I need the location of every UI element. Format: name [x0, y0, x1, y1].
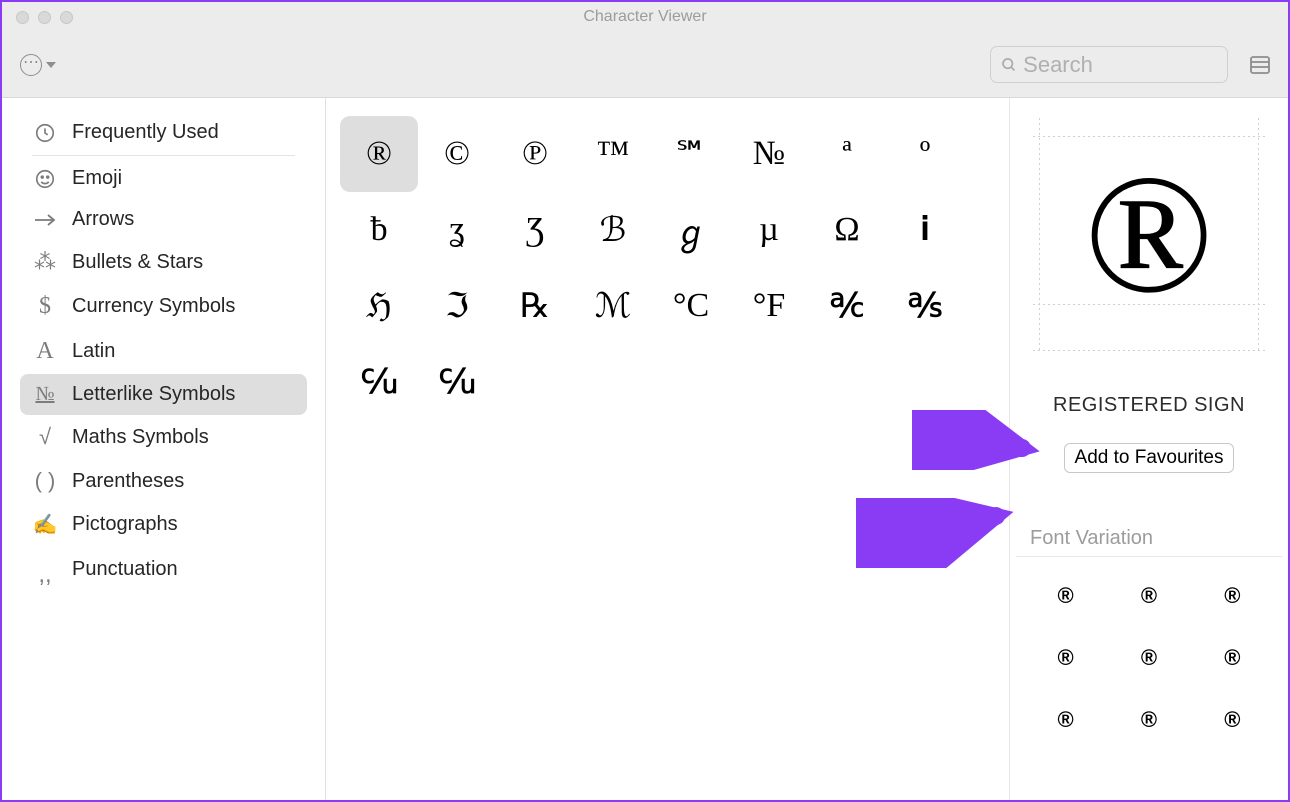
search-box[interactable]: [990, 46, 1228, 83]
sidebar-item-maths-symbols[interactable]: √ Maths Symbols: [20, 415, 307, 459]
sidebar-item-label: Currency Symbols: [72, 295, 235, 318]
character-cell[interactable]: ʓ: [418, 192, 496, 268]
toolbar: [2, 32, 1288, 98]
character-cell[interactable]: ℁: [886, 268, 964, 344]
sidebar-item-label: Parentheses: [72, 470, 184, 493]
traffic-lights: [2, 11, 73, 24]
sidebar-item-label: Punctuation: [72, 558, 178, 581]
font-variation-grid: ® ® ® ® ® ® ® ® ®: [1016, 557, 1282, 759]
character-cell[interactable]: ®: [340, 116, 418, 192]
chevron-down-icon: [46, 62, 56, 68]
font-variation-item[interactable]: ®: [1058, 707, 1074, 733]
search-icon: [1001, 56, 1017, 74]
character-cell[interactable]: ℳ: [574, 268, 652, 344]
sidebar-item-letterlike-symbols[interactable]: № Letterlike Symbols: [20, 374, 307, 415]
paren-icon: ( ): [32, 468, 58, 494]
character-cell[interactable]: ©: [418, 116, 496, 192]
sidebar-item-parentheses[interactable]: ( ) Parentheses: [20, 459, 307, 503]
sidebar-item-emoji[interactable]: Emoji: [20, 158, 307, 199]
picto-icon: ✍: [32, 512, 58, 537]
character-cell[interactable]: ℆: [340, 344, 418, 420]
font-variation-item[interactable]: ®: [1058, 645, 1074, 671]
sidebar-divider: [32, 155, 295, 156]
font-variation-header: Font Variation: [1016, 521, 1282, 557]
sidebar-item-label: Bullets & Stars: [72, 251, 203, 274]
character-cell[interactable]: №: [730, 116, 808, 192]
sidebar-item-frequently-used[interactable]: Frequently Used: [20, 112, 307, 153]
letterlike-icon: №: [32, 383, 58, 406]
gear-icon: [20, 54, 42, 76]
sidebar-item-label: Maths Symbols: [72, 426, 209, 449]
sidebar-item-label: Frequently Used: [72, 121, 219, 144]
character-cell[interactable]: 𝐢: [886, 192, 964, 268]
font-variation-item[interactable]: ®: [1224, 645, 1240, 671]
sidebar-item-pictographs[interactable]: ✍ Pictographs: [20, 503, 307, 546]
character-cell[interactable]: ℞: [496, 268, 574, 344]
character-cell[interactable]: º: [886, 116, 964, 192]
sidebar-item-label: Latin: [72, 340, 115, 363]
character-cell[interactable]: °F: [730, 268, 808, 344]
character-cell[interactable]: ℠: [652, 116, 730, 192]
font-variation-item[interactable]: ®: [1141, 707, 1157, 733]
list-view-icon[interactable]: [1250, 56, 1270, 74]
detail-pane: ® REGISTERED SIGN Add to Favourites Font…: [1010, 98, 1288, 800]
character-cell[interactable]: ª: [808, 116, 886, 192]
sidebar-item-arrows[interactable]: Arrows: [20, 199, 307, 240]
sidebar: Frequently Used Emoji Arrows ⁂ Bullets & Sta…: [2, 98, 326, 800]
sidebar-item-label: Emoji: [72, 167, 122, 190]
font-variation-item[interactable]: ®: [1224, 583, 1240, 609]
character-cell[interactable]: ℌ: [340, 268, 418, 344]
character-cell[interactable]: ℀: [808, 268, 886, 344]
character-name: REGISTERED SIGN: [1016, 394, 1282, 417]
annotation-arrow: [856, 498, 1016, 568]
preview-glyph: ®: [1084, 149, 1213, 319]
font-variation-item[interactable]: ®: [1058, 583, 1074, 609]
search-input[interactable]: [1023, 52, 1217, 78]
currency-icon: $: [32, 293, 58, 320]
character-preview: ®: [1033, 118, 1265, 350]
character-grid: ®©℗™℠№ªº ƀʓƷℬℊµΩ𝐢 ℌℑ℞ℳ°C°F℀℁ ℆℆: [340, 116, 995, 420]
sidebar-item-currency-symbols[interactable]: $ Currency Symbols: [20, 284, 307, 329]
zoom-window-button[interactable]: [60, 11, 73, 24]
sidebar-item-label: Letterlike Symbols: [72, 383, 235, 406]
character-cell[interactable]: Ω: [808, 192, 886, 268]
sidebar-item-latin[interactable]: A Latin: [20, 329, 307, 374]
sidebar-item-label: Pictographs: [72, 513, 178, 536]
sidebar-item-label: Arrows: [72, 208, 134, 231]
character-cell[interactable]: ℑ: [418, 268, 496, 344]
arrow-icon: [32, 213, 58, 227]
clock-icon: [32, 122, 58, 144]
character-cell[interactable]: ™: [574, 116, 652, 192]
punct-icon: ,,: [32, 555, 58, 583]
character-cell[interactable]: °C: [652, 268, 730, 344]
titlebar: Character Viewer: [2, 2, 1288, 32]
character-cell[interactable]: Ʒ: [496, 192, 574, 268]
math-icon: √: [32, 424, 58, 450]
bullets-icon: ⁂: [32, 249, 58, 275]
font-variation-item[interactable]: ®: [1141, 583, 1157, 609]
sidebar-item-punctuation[interactable]: ,, Punctuation: [20, 546, 307, 592]
latin-icon: A: [32, 338, 58, 365]
close-window-button[interactable]: [16, 11, 29, 24]
character-cell[interactable]: ƀ: [340, 192, 418, 268]
content: Frequently Used Emoji Arrows ⁂ Bullets & Sta…: [2, 98, 1288, 800]
action-menu-button[interactable]: [20, 54, 56, 76]
font-variation-item[interactable]: ®: [1224, 707, 1240, 733]
font-variation-item[interactable]: ®: [1141, 645, 1157, 671]
character-cell[interactable]: ℬ: [574, 192, 652, 268]
character-cell[interactable]: ℗: [496, 116, 574, 192]
add-to-favourites-button[interactable]: Add to Favourites: [1064, 443, 1235, 473]
window-title: Character Viewer: [2, 8, 1288, 26]
character-cell[interactable]: µ: [730, 192, 808, 268]
character-cell[interactable]: ℊ: [652, 192, 730, 268]
emoji-icon: [32, 168, 58, 190]
minimize-window-button[interactable]: [38, 11, 51, 24]
character-cell[interactable]: ℆: [418, 344, 496, 420]
character-grid-pane: ®©℗™℠№ªº ƀʓƷℬℊµΩ𝐢 ℌℑ℞ℳ°C°F℀℁ ℆℆: [326, 98, 1010, 800]
sidebar-item-bullets-stars[interactable]: ⁂ Bullets & Stars: [20, 240, 307, 284]
